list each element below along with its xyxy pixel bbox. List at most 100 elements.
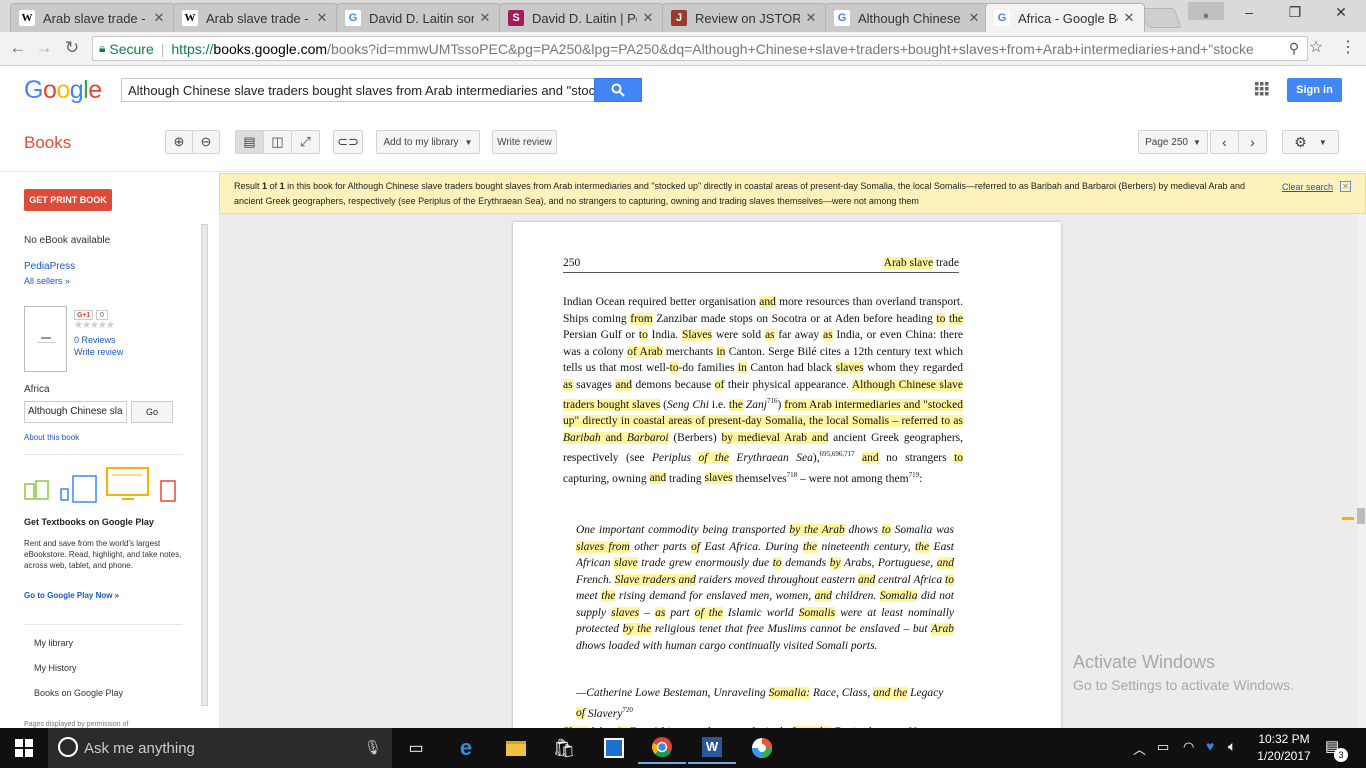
get-print-book-button[interactable]: GET PRINT BOOK [24, 189, 112, 211]
clock-date[interactable]: 1/20/2017 [1254, 749, 1314, 763]
next-page-button[interactable]: › [1238, 130, 1267, 154]
cortana-search-box[interactable]: Ask me anything 🎙︎ [48, 728, 392, 768]
chrome-icon[interactable] [638, 732, 686, 764]
volume-icon[interactable]: 🔈︎ [1228, 738, 1236, 755]
activate-windows-subtitle: Go to Settings to activate Windows. [1073, 677, 1294, 693]
store-icon[interactable]: 🛍︎ [540, 732, 588, 764]
tab-close-icon[interactable]: ✕ [478, 10, 492, 26]
chevron-down-icon: ▼ [1318, 137, 1327, 147]
clear-search-link[interactable]: Clear search [1282, 180, 1333, 195]
forward-icon[interactable]: → [34, 38, 54, 58]
bookmark-star-icon[interactable]: ☆ [1306, 38, 1326, 58]
book-cover-thumbnail[interactable] [24, 306, 67, 372]
browser-tab[interactable]: J Review on JSTOR ✕ [662, 3, 827, 32]
tab-close-icon[interactable]: ✕ [152, 10, 166, 26]
go-button[interactable]: Go [131, 401, 173, 423]
page-select[interactable]: Page 250 ▼ [1138, 130, 1208, 154]
word-icon[interactable]: W [688, 732, 736, 764]
two-page-button[interactable]: ◫ [263, 130, 292, 154]
url-host: books.google.com [213, 40, 328, 57]
link-button[interactable]: ⊂⊃ [333, 130, 363, 154]
reload-icon[interactable]: ↻ [62, 38, 82, 58]
menu-my-library[interactable]: My library [34, 638, 73, 648]
browser-tab[interactable]: S David D. Laitin | Po ✕ [499, 3, 664, 32]
defender-icon[interactable] [590, 732, 638, 764]
browser-tab[interactable]: W Arab slave trade - W ✕ [10, 3, 175, 32]
file-explorer-icon[interactable] [492, 732, 540, 764]
close-icon[interactable]: ✕ [1340, 181, 1351, 192]
tab-title: Arab slave trade - W [206, 10, 311, 26]
notification-count-badge: 3 [1334, 748, 1348, 762]
profile-icon[interactable]: ● [1188, 2, 1224, 22]
network-alert-icon[interactable]: ♥ [1206, 738, 1214, 754]
cortana-icon [58, 737, 78, 757]
books-title[interactable]: Books [24, 133, 71, 153]
single-page-button[interactable]: ▤ [235, 130, 264, 154]
search-button[interactable] [594, 78, 642, 102]
apps-grid-icon[interactable] [1255, 82, 1271, 98]
previous-page-button[interactable]: ‹ [1210, 130, 1239, 154]
close-window-button[interactable]: ✕ [1318, 0, 1364, 26]
result-query: Although Chinese slave traders bought sl… [234, 181, 1246, 206]
microphone-icon[interactable]: 🎙︎ [364, 739, 382, 756]
picasa-icon[interactable] [738, 732, 786, 764]
add-to-library-button[interactable]: Add to my library ▼ [376, 130, 480, 154]
wikipedia-icon: W [182, 10, 198, 26]
url-field[interactable]: 🔒︎ Secure | https://books.google.com/boo… [92, 36, 1308, 61]
sign-in-button[interactable]: Sign in [1287, 78, 1342, 102]
url-divider: | [160, 40, 165, 57]
address-bar-row: ← → ↻ 🔒︎ Secure | https://books.google.c… [0, 32, 1366, 66]
reviews-link[interactable]: 0 Reviews [74, 335, 116, 345]
tab-close-icon[interactable]: ✕ [641, 10, 655, 26]
write-review-button[interactable]: Write review [492, 130, 557, 154]
wikipedia-icon: W [19, 10, 35, 26]
zoom-out-button[interactable]: ⊖ [192, 130, 220, 154]
edge-icon[interactable]: e [442, 732, 490, 764]
tab-close-icon[interactable]: ✕ [315, 10, 329, 26]
tab-close-icon[interactable]: ✕ [967, 10, 981, 26]
browser-tab-active[interactable]: G Africa - Google Bo ✕ [985, 3, 1145, 32]
google-logo[interactable]: Google [24, 76, 102, 105]
search-in-book-input[interactable]: Although Chinese sla [24, 401, 127, 423]
clock-time[interactable]: 10:32 PM [1254, 732, 1314, 746]
wifi-icon[interactable]: ◠ [1183, 739, 1194, 755]
seller-link-pediapress[interactable]: PediaPress [24, 261, 75, 272]
page-body-text: Indian Ocean required better organisatio… [563, 296, 964, 485]
tab-close-icon[interactable]: ✕ [804, 10, 818, 26]
about-book-link[interactable]: About this book [24, 433, 79, 442]
scrollbar-thumb[interactable] [1357, 508, 1365, 524]
browser-tab[interactable]: W Arab slave trade - W ✕ [173, 3, 338, 32]
back-icon[interactable]: ← [8, 38, 28, 58]
gear-icon: ⚙ [1294, 133, 1307, 150]
google-search-input[interactable]: Although Chinese slave traders bought sl… [121, 78, 595, 102]
tab-title: David D. Laitin som [369, 10, 474, 26]
sidebar-scrollbar[interactable] [201, 224, 208, 706]
zoom-icon[interactable]: ⚲ [1284, 38, 1304, 58]
browser-tab[interactable]: G David D. Laitin som ✕ [336, 3, 501, 32]
write-review-link[interactable]: Write review [74, 347, 123, 357]
viewer-scrollbar[interactable] [1357, 214, 1366, 728]
task-view-icon[interactable]: ▭ [392, 732, 440, 764]
result-in-book: in this book for [287, 181, 346, 191]
show-hidden-icons-icon[interactable]: ︿ [1133, 739, 1146, 758]
new-tab-button[interactable] [1140, 8, 1182, 28]
settings-button[interactable]: ⚙ ▼ [1282, 130, 1339, 154]
zoom-in-button[interactable]: ⊕ [165, 130, 193, 154]
battery-icon[interactable]: ▭ [1157, 739, 1169, 755]
minimize-button[interactable]: – [1226, 0, 1272, 26]
tab-close-icon[interactable]: ✕ [1122, 10, 1136, 26]
running-header-highlight: Arab slave [883, 257, 934, 269]
windows-start-icon[interactable] [0, 732, 48, 764]
google-header: Google Although Chinese slave traders bo… [0, 66, 1366, 116]
fullscreen-button[interactable]: ⤢ [291, 130, 320, 154]
browser-tab[interactable]: G Although Chinese s ✕ [825, 3, 990, 32]
menu-my-history[interactable]: My History [34, 663, 77, 673]
write-review-label: Write review [497, 136, 552, 148]
maximize-button[interactable]: ❐ [1272, 0, 1318, 26]
google-plus-button[interactable]: G+1 [74, 310, 94, 320]
menu-books-on-google-play[interactable]: Books on Google Play [34, 688, 123, 698]
all-sellers-link[interactable]: All sellers » [24, 276, 70, 286]
secure-label: Secure [109, 40, 154, 57]
menu-icon[interactable]: ⋮ [1338, 38, 1358, 58]
google-play-link[interactable]: Go to Google Play Now » [24, 591, 119, 600]
